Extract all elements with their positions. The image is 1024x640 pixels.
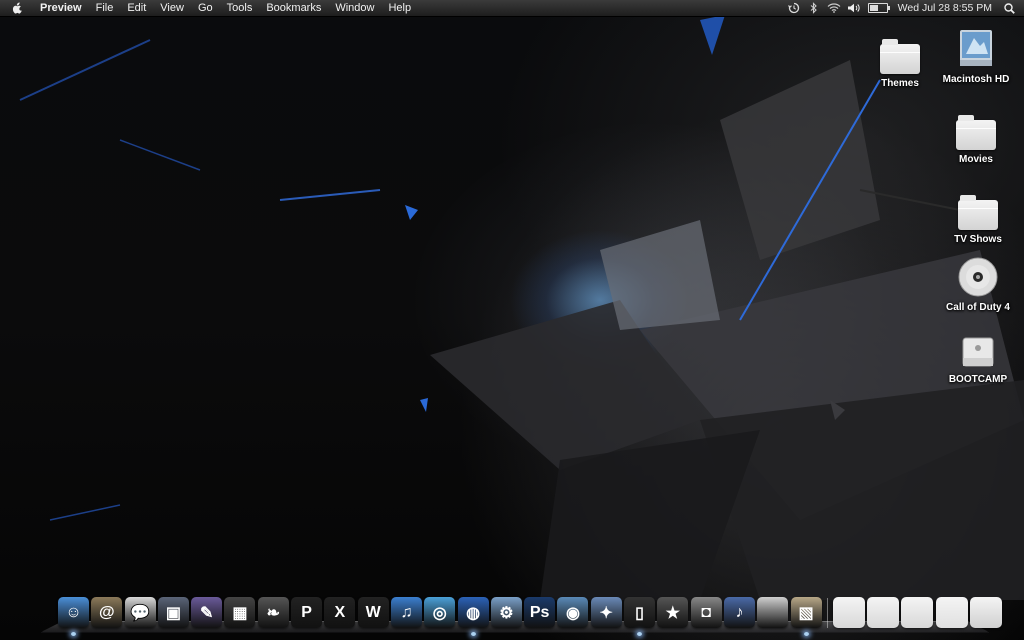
desktop-icon-bootcamp[interactable]: BOOTCAMP bbox=[938, 326, 1018, 385]
camera-icon[interactable]: ◘ bbox=[690, 597, 722, 628]
system-icon[interactable]: ✦ bbox=[590, 597, 622, 628]
menu-tools[interactable]: Tools bbox=[220, 0, 260, 16]
folder-icon bbox=[877, 30, 923, 74]
running-indicator bbox=[71, 632, 76, 636]
itunes-glyph: ♫ bbox=[400, 603, 413, 621]
desktop-icon-label: Macintosh HD bbox=[942, 74, 1010, 85]
utility-icon[interactable]: ⚙ bbox=[490, 597, 522, 628]
desktop-icon-label: Call of Duty 4 bbox=[946, 302, 1010, 313]
photoshop-icon[interactable]: Ps bbox=[524, 597, 556, 628]
running-indicator bbox=[637, 632, 643, 636]
desktop-icon-movies[interactable]: Movies bbox=[936, 106, 1016, 165]
imovie-glyph: ★ bbox=[665, 604, 681, 622]
desktop-icon-tv-shows[interactable]: TV Shows bbox=[938, 186, 1018, 245]
network-glyph: ◉ bbox=[565, 604, 580, 622]
menu-window[interactable]: Window bbox=[328, 0, 381, 16]
dock-icons: ☺ @ 💬 ▣ ✎ ▦ ❧ P X W ♫ ◎ ◍ ⚙ Ps ◉ ✦ ▯ ★ ◘ ♪ ▧ bbox=[58, 594, 1004, 636]
desktop-icon-call-of-duty-4[interactable]: Call of Duty 4 bbox=[938, 254, 1018, 313]
menu-extras: Wed Jul 28 8:55 PM bbox=[784, 0, 1024, 16]
menubar-clock[interactable]: Wed Jul 28 8:55 PM bbox=[892, 0, 998, 16]
desktop-icon-label: BOOTCAMP bbox=[948, 374, 1008, 385]
firefox-icon[interactable]: ◍ bbox=[457, 597, 489, 636]
menu-help[interactable]: Help bbox=[381, 0, 418, 16]
desktop-icon-label: Movies bbox=[959, 154, 993, 165]
imovie-icon[interactable]: ★ bbox=[657, 597, 689, 628]
keynote-glyph: ▣ bbox=[165, 604, 181, 622]
hard-drive-icon bbox=[953, 26, 999, 70]
safari-icon[interactable]: ◎ bbox=[424, 597, 456, 628]
desktop-icon-label: Themes bbox=[881, 78, 919, 89]
menu-bookmarks[interactable]: Bookmarks bbox=[259, 0, 328, 16]
letter-p-glyph: P bbox=[301, 603, 312, 621]
letter-x-glyph: X bbox=[334, 603, 346, 621]
menu-bar: Preview File Edit View Go Tools Bookmark… bbox=[0, 0, 1024, 17]
bluetooth-icon[interactable] bbox=[804, 0, 824, 16]
menu-view[interactable]: View bbox=[153, 0, 191, 16]
time-machine-icon[interactable] bbox=[784, 0, 804, 16]
downloads-stack-icon[interactable] bbox=[901, 597, 934, 628]
address-book-icon[interactable]: @ bbox=[91, 597, 123, 628]
folder-icon bbox=[955, 186, 1001, 230]
menu-app-preview[interactable]: Preview bbox=[36, 0, 89, 16]
letter-w-glyph: W bbox=[365, 603, 381, 621]
dock: ☺ @ 💬 ▣ ✎ ▦ ❧ P X W ♫ ◎ ◍ ⚙ Ps ◉ ✦ ▯ ★ ◘ ♪ ▧ bbox=[40, 594, 1003, 640]
menu-file[interactable]: File bbox=[89, 0, 121, 16]
running-indicator bbox=[470, 632, 476, 636]
menu-go[interactable]: Go bbox=[191, 0, 220, 16]
letter-p-icon[interactable]: P bbox=[291, 597, 323, 628]
camera-glyph: ◘ bbox=[701, 603, 711, 621]
volume-icon[interactable] bbox=[844, 0, 864, 16]
network-icon[interactable]: ◉ bbox=[557, 597, 589, 628]
photoshop-glyph: Ps bbox=[529, 603, 550, 621]
preview-icon[interactable]: ▧ bbox=[790, 597, 822, 636]
phone-glyph: ▯ bbox=[635, 604, 644, 622]
firefox-glyph: ◍ bbox=[466, 604, 481, 622]
menu-edit[interactable]: Edit bbox=[120, 0, 153, 16]
script-icon[interactable]: ❧ bbox=[257, 597, 289, 628]
desktop-icon-macintosh-hd[interactable]: Macintosh HD bbox=[936, 26, 1016, 85]
clapper-glyph: ▦ bbox=[232, 604, 248, 622]
running-indicator bbox=[803, 632, 809, 636]
itunes-icon[interactable]: ♫ bbox=[390, 597, 422, 628]
trash-icon[interactable] bbox=[970, 597, 1003, 628]
guitar-glyph: ♪ bbox=[735, 603, 744, 621]
safari-glyph: ◎ bbox=[432, 604, 447, 622]
apple-menu-icon[interactable] bbox=[12, 2, 26, 14]
desktop-icon-themes[interactable]: Themes bbox=[860, 30, 940, 89]
quill-icon[interactable]: ✎ bbox=[191, 597, 223, 628]
address-book-glyph: @ bbox=[98, 603, 115, 621]
documents-stack-icon[interactable] bbox=[867, 597, 900, 628]
dvd-icon bbox=[955, 254, 1001, 298]
ichat-glyph: 💬 bbox=[130, 604, 151, 622]
system-glyph: ✦ bbox=[599, 604, 613, 622]
wifi-icon[interactable] bbox=[824, 0, 844, 16]
letter-x-icon[interactable]: X bbox=[324, 597, 356, 628]
dock-separator bbox=[826, 598, 828, 628]
guitar-icon[interactable]: ♪ bbox=[723, 597, 755, 628]
wallpaper-shards bbox=[19, 15, 1024, 600]
mail-stack-icon[interactable] bbox=[935, 597, 968, 628]
battery-icon[interactable] bbox=[864, 0, 892, 16]
quill-glyph: ✎ bbox=[199, 604, 214, 622]
desktop-wallpaper bbox=[0, 0, 1024, 640]
folder-icon bbox=[953, 106, 999, 150]
letter-w-icon[interactable]: W bbox=[357, 597, 389, 628]
finder-icon[interactable]: ☺ bbox=[58, 597, 89, 636]
keynote-icon[interactable]: ▣ bbox=[157, 597, 189, 628]
utility-glyph: ⚙ bbox=[499, 604, 514, 622]
spotlight-search-icon[interactable] bbox=[998, 0, 1020, 16]
desktop-icon-label: TV Shows bbox=[954, 234, 1002, 245]
ichat-icon[interactable]: 💬 bbox=[124, 597, 156, 628]
applications-stack-icon[interactable] bbox=[832, 597, 865, 628]
clapper-icon[interactable]: ▦ bbox=[224, 597, 256, 628]
script-glyph: ❧ bbox=[266, 604, 280, 622]
preview-glyph: ▧ bbox=[798, 604, 814, 622]
finder-glyph: ☺ bbox=[65, 603, 82, 621]
phone-icon[interactable]: ▯ bbox=[624, 597, 656, 636]
apple-icon[interactable] bbox=[757, 597, 789, 628]
external-drive-icon bbox=[955, 326, 1001, 370]
